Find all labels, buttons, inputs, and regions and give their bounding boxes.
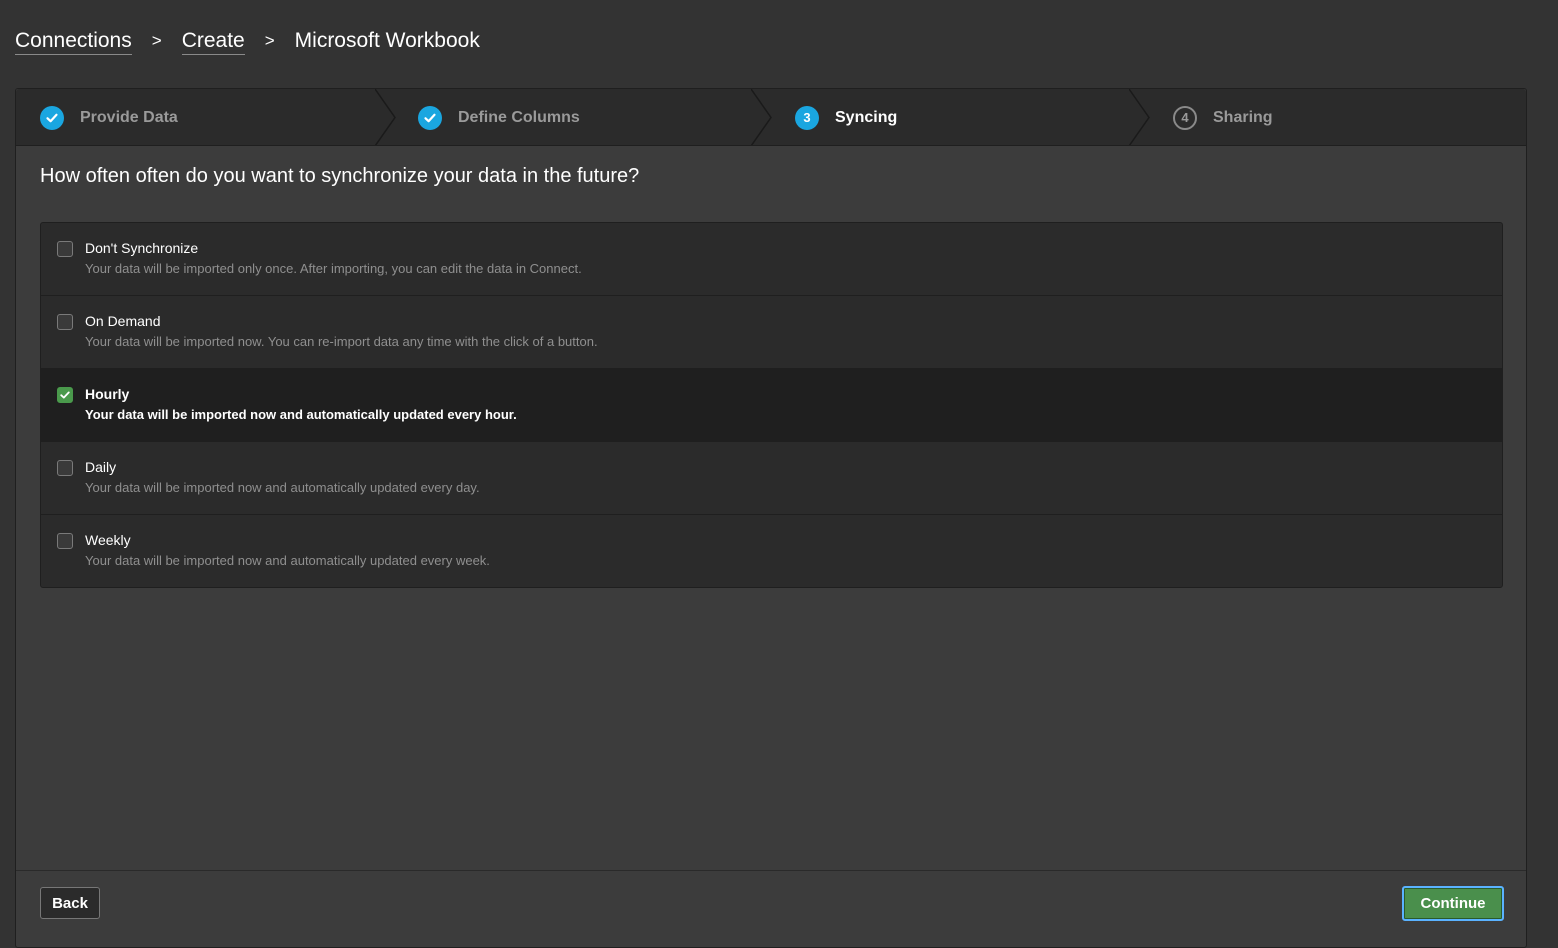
continue-button[interactable]: Continue <box>1402 886 1504 921</box>
step-label: Provide Data <box>80 108 178 126</box>
option-description: Your data will be imported only once. Af… <box>85 261 582 276</box>
wizard-panel: Provide Data Define Columns 3 Syncing 4 … <box>15 88 1527 948</box>
wizard-stepper: Provide Data Define Columns 3 Syncing 4 … <box>16 89 1526 146</box>
check-circle-icon <box>418 105 442 130</box>
step-label: Syncing <box>835 108 898 126</box>
breadcrumb-separator: > <box>151 31 162 50</box>
breadcrumb-link-create[interactable]: Create <box>181 28 245 55</box>
option-title: Weekly <box>85 532 131 548</box>
checkmark-icon <box>60 391 70 399</box>
checkbox[interactable] <box>57 314 73 330</box>
checkbox[interactable] <box>57 533 73 549</box>
step-sharing[interactable]: 4 Sharing <box>1173 89 1273 145</box>
checkbox[interactable] <box>57 241 73 257</box>
option-description: Your data will be imported now and autom… <box>85 407 517 422</box>
option-on-demand[interactable]: On Demand Your data will be imported now… <box>41 296 1502 369</box>
option-title: Daily <box>85 459 117 475</box>
breadcrumb-link-connections[interactable]: Connections <box>15 28 132 55</box>
check-circle-icon <box>40 105 64 130</box>
step-divider-icon <box>1129 89 1150 145</box>
breadcrumb: Connections > Create > Microsoft Workboo… <box>15 26 480 56</box>
step-label: Define Columns <box>458 108 580 126</box>
breadcrumb-current: Microsoft Workbook <box>294 29 480 52</box>
step-divider-icon <box>751 89 772 145</box>
step-number-icon: 3 <box>795 105 819 130</box>
checkbox[interactable] <box>57 460 73 476</box>
step-number-icon: 4 <box>1173 105 1197 130</box>
step-divider-icon <box>375 89 396 145</box>
option-weekly[interactable]: Weekly Your data will be imported now an… <box>41 515 1502 587</box>
option-description: Your data will be imported now and autom… <box>85 553 490 568</box>
step-label: Sharing <box>1213 108 1273 126</box>
option-dont-synchronize[interactable]: Don't Synchronize Your data will be impo… <box>41 223 1502 296</box>
option-title: On Demand <box>85 313 161 329</box>
option-title: Hourly <box>85 386 130 402</box>
sync-options-list: Don't Synchronize Your data will be impo… <box>40 222 1503 588</box>
breadcrumb-separator: > <box>264 31 275 50</box>
footer-divider <box>16 870 1526 871</box>
option-title: Don't Synchronize <box>85 240 199 256</box>
checkbox-checked[interactable] <box>57 387 73 403</box>
step-define-columns[interactable]: Define Columns <box>418 89 580 145</box>
option-description: Your data will be imported now. You can … <box>85 334 598 349</box>
option-daily[interactable]: Daily Your data will be imported now and… <box>41 442 1502 515</box>
step-provide-data[interactable]: Provide Data <box>40 89 178 145</box>
page-question: How often often do you want to synchroni… <box>40 165 640 187</box>
step-syncing[interactable]: 3 Syncing <box>795 89 898 145</box>
option-hourly[interactable]: Hourly Your data will be imported now an… <box>41 369 1502 442</box>
back-button[interactable]: Back <box>40 887 100 919</box>
option-description: Your data will be imported now and autom… <box>85 480 480 495</box>
